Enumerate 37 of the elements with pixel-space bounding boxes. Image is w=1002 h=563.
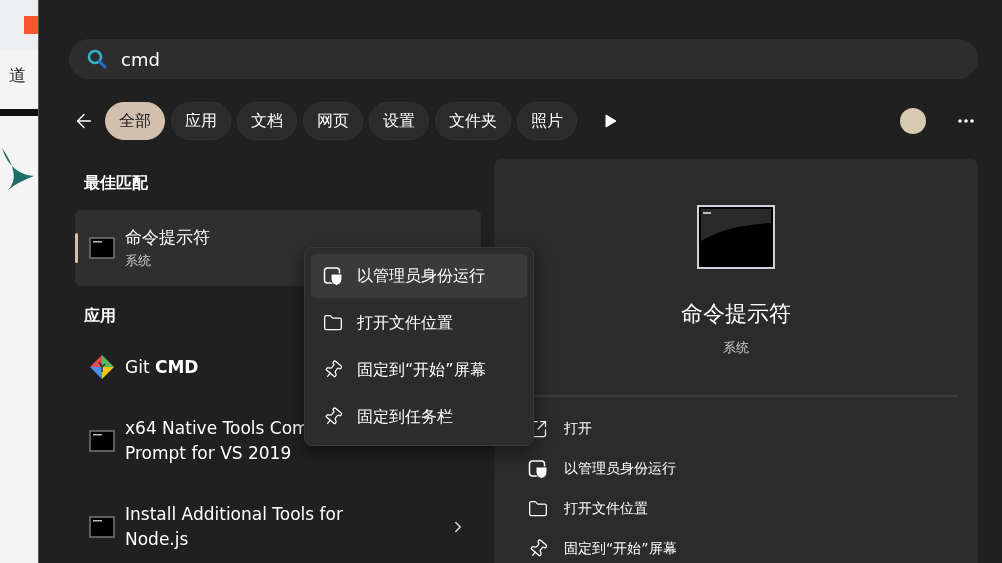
- diamond-logo-icon: [89, 354, 115, 380]
- folder-icon: [323, 313, 343, 333]
- console-window-icon: [89, 237, 115, 259]
- filter-tab[interactable]: 照片: [517, 102, 577, 140]
- console-window-icon: [89, 430, 115, 452]
- app-subtitle: 系统: [723, 339, 749, 357]
- search-icon: [87, 49, 107, 69]
- action-link[interactable]: 打开: [564, 420, 592, 438]
- filter-tab[interactable]: 全部: [105, 102, 165, 140]
- menu-item[interactable]: 以管理员身份运行: [311, 254, 527, 298]
- play-icon: [605, 114, 617, 128]
- action-link[interactable]: 以管理员身份运行: [564, 460, 676, 478]
- page-text: 道: [9, 64, 26, 87]
- search-field[interactable]: cmd: [69, 39, 978, 79]
- filter-tab[interactable]: 应用: [171, 102, 231, 140]
- more-icon: [958, 119, 974, 123]
- menu-item[interactable]: 固定到任务栏: [311, 395, 527, 439]
- filter-tab[interactable]: 文件夹: [435, 102, 511, 140]
- image-strip: [0, 109, 38, 116]
- action-link[interactable]: 打开文件位置: [564, 500, 648, 518]
- shield-window-icon: [528, 459, 548, 479]
- logo-icon: [24, 16, 38, 34]
- console-window-icon: [697, 205, 775, 269]
- filter-tab[interactable]: 文档: [237, 102, 297, 140]
- menu-item[interactable]: 打开文件位置: [311, 301, 527, 345]
- app-title: 命令提示符: [681, 300, 791, 328]
- filter-tab[interactable]: 设置: [369, 102, 429, 140]
- shield-window-icon: [323, 266, 343, 286]
- filter-tab[interactable]: 网页: [303, 102, 363, 140]
- console-window-icon: [89, 516, 115, 538]
- menu-item[interactable]: 固定到“开始”屏幕: [311, 348, 527, 392]
- section-heading: 应用: [84, 306, 116, 327]
- app-name[interactable]: Install Additional Tools for Node.js: [125, 502, 439, 552]
- avatar[interactable]: [900, 108, 926, 134]
- folder-icon: [528, 499, 548, 519]
- section-heading: 最佳匹配: [84, 173, 148, 194]
- action-link[interactable]: 固定到“开始”屏幕: [564, 540, 677, 558]
